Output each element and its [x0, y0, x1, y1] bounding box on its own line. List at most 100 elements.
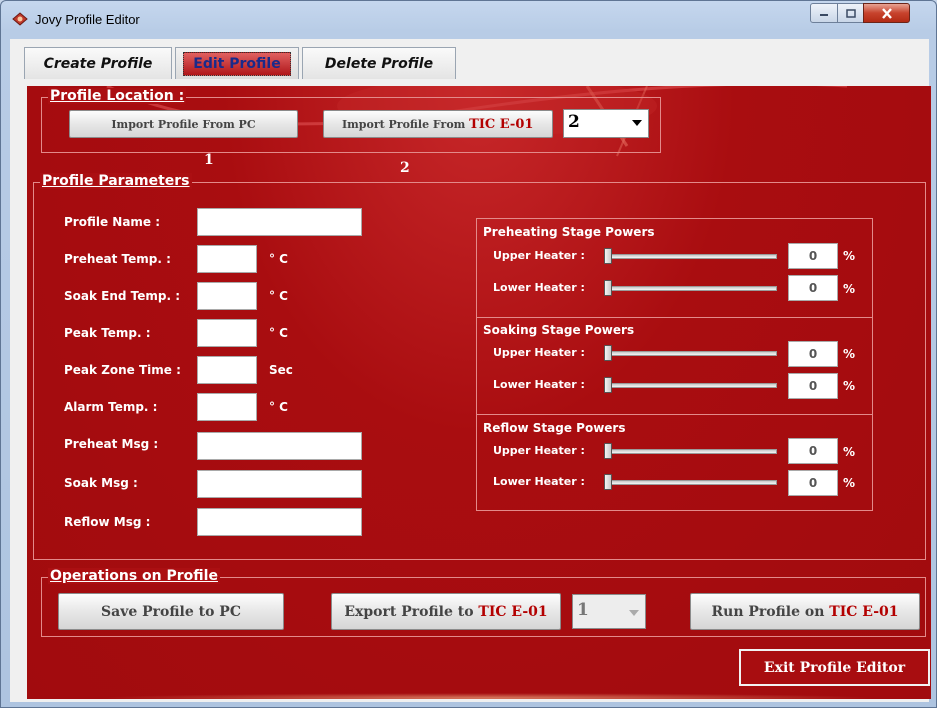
- export-device-name: TIC E-01: [478, 603, 548, 620]
- import-from-device-label: Import Profile From: [342, 117, 470, 131]
- title-bar[interactable]: Jovy Profile Editor: [1, 1, 936, 37]
- soak-end-temp-field[interactable]: [197, 282, 257, 310]
- preheat-temp-field[interactable]: [197, 245, 257, 273]
- preheat-temp-unit: ° C: [269, 252, 288, 266]
- soak-upper-heater-label: Upper Heater :: [493, 346, 585, 359]
- peak-zone-time-field[interactable]: [197, 356, 257, 384]
- preheat-upper-heater-slider[interactable]: [604, 254, 777, 259]
- reflow-lower-heater-slider[interactable]: [604, 480, 777, 485]
- reflow-lower-heater-value[interactable]: 0: [788, 470, 838, 496]
- preheating-stage-title: Preheating Stage Powers: [483, 225, 655, 239]
- reflow-upper-heater-label: Upper Heater :: [493, 444, 585, 457]
- import-slot-value: 2: [568, 112, 580, 132]
- client-area: Create Profile Edit Profile Delete Profi…: [10, 39, 931, 702]
- preheating-stage-group: Preheating Stage Powers Upper Heater : 0…: [476, 218, 873, 318]
- reflow-stage-group: Reflow Stage Powers Upper Heater : 0 % L…: [476, 414, 873, 511]
- app-logo-icon: [12, 12, 28, 26]
- reflow-msg-field[interactable]: [197, 508, 362, 536]
- soak-lower-heater-thumb[interactable]: [604, 377, 612, 393]
- chevron-down-icon: [632, 120, 642, 126]
- reflow-upper-heater-thumb[interactable]: [604, 443, 612, 459]
- import-from-pc-button[interactable]: Import Profile From PC: [69, 110, 298, 138]
- import-slot-dropdown[interactable]: 2: [563, 109, 649, 138]
- soak-upper-heater-slider[interactable]: [604, 351, 777, 356]
- reflow-lower-heater-thumb[interactable]: [604, 474, 612, 490]
- peak-zone-time-unit: Sec: [269, 363, 293, 377]
- tab-edit-profile[interactable]: Edit Profile: [175, 47, 299, 79]
- soak-end-temp-unit: ° C: [269, 289, 288, 303]
- alarm-temp-label: Alarm Temp. :: [64, 400, 158, 414]
- preheat-lower-heater-thumb[interactable]: [604, 280, 612, 296]
- tab-label: Edit Profile: [183, 51, 291, 76]
- soak-end-temp-label: Soak End Temp. :: [64, 289, 181, 303]
- peak-temp-label: Peak Temp. :: [64, 326, 151, 340]
- maximize-icon: [845, 8, 856, 18]
- preheat-msg-label: Preheat Msg :: [64, 437, 159, 451]
- soaking-stage-title: Soaking Stage Powers: [483, 323, 635, 337]
- minimize-button[interactable]: [810, 3, 838, 23]
- export-slot-value: 1: [577, 600, 589, 620]
- preheat-msg-field[interactable]: [197, 432, 362, 460]
- tab-label: Create Profile: [43, 55, 153, 72]
- save-to-pc-button[interactable]: Save Profile to PC: [58, 593, 284, 630]
- tab-create-profile[interactable]: Create Profile: [24, 47, 172, 79]
- soak-lower-heater-slider[interactable]: [604, 383, 777, 388]
- export-to-device-button[interactable]: Export Profile to TIC E-01: [331, 593, 561, 630]
- profile-name-field[interactable]: [197, 208, 362, 236]
- preheat-lower-heater-slider[interactable]: [604, 286, 777, 291]
- tab-delete-profile[interactable]: Delete Profile: [302, 47, 456, 79]
- close-button[interactable]: [863, 3, 910, 23]
- export-slot-dropdown[interactable]: 1: [572, 594, 646, 629]
- soaking-stage-group: Soaking Stage Powers Upper Heater : 0 % …: [476, 317, 873, 415]
- preheat-upper-heater-value[interactable]: 0: [788, 243, 838, 269]
- import-from-pc-label: Import Profile From PC: [111, 117, 256, 131]
- maximize-button[interactable]: [837, 3, 864, 23]
- alarm-temp-field[interactable]: [197, 393, 257, 421]
- profile-name-label: Profile Name :: [64, 215, 161, 229]
- export-to-device-label: Export Profile to: [344, 603, 479, 620]
- preheat-lower-heater-unit: %: [843, 282, 856, 296]
- run-device-name: TIC E-01: [829, 603, 899, 620]
- exit-editor-label: Exit Profile Editor: [763, 659, 906, 676]
- reflow-lower-heater-label: Lower Heater :: [493, 475, 585, 488]
- alarm-temp-unit: ° C: [269, 400, 288, 414]
- step-marker-1: 1: [204, 152, 214, 168]
- preheat-lower-heater-value[interactable]: 0: [788, 275, 838, 301]
- preheat-lower-heater-label: Lower Heater :: [493, 281, 585, 294]
- tab-strip: Create Profile Edit Profile Delete Profi…: [10, 39, 929, 86]
- reflow-upper-heater-value[interactable]: 0: [788, 438, 838, 464]
- run-on-device-button[interactable]: Run Profile on TIC E-01: [690, 593, 920, 630]
- window-title: Jovy Profile Editor: [35, 12, 140, 27]
- soak-lower-heater-unit: %: [843, 379, 856, 393]
- minimize-icon: [820, 14, 828, 16]
- soak-msg-field[interactable]: [197, 470, 362, 498]
- preheat-temp-label: Preheat Temp. :: [64, 252, 171, 266]
- operations-group: Operations on Profile Save Profile to PC…: [41, 568, 926, 637]
- app-window: Jovy Profile Editor Create Profile Edit …: [0, 0, 937, 708]
- exit-editor-button[interactable]: Exit Profile Editor: [739, 649, 930, 686]
- reflow-lower-heater-unit: %: [843, 476, 856, 490]
- tab-label: Delete Profile: [324, 55, 434, 72]
- profile-location-title: Profile Location :: [48, 88, 187, 104]
- close-icon: [881, 7, 892, 19]
- reflow-msg-label: Reflow Msg :: [64, 515, 151, 529]
- import-from-device-button[interactable]: Import Profile From TIC E-01: [323, 110, 553, 138]
- reflow-stage-title: Reflow Stage Powers: [483, 421, 626, 435]
- step-marker-2: 2: [400, 160, 410, 176]
- peak-temp-field[interactable]: [197, 319, 257, 347]
- chevron-down-icon: [629, 610, 639, 616]
- preheat-upper-heater-label: Upper Heater :: [493, 249, 585, 262]
- soak-upper-heater-value[interactable]: 0: [788, 341, 838, 367]
- peak-temp-unit: ° C: [269, 326, 288, 340]
- run-on-device-label: Run Profile on: [711, 603, 830, 620]
- soak-upper-heater-unit: %: [843, 347, 856, 361]
- profile-parameters-title: Profile Parameters: [40, 173, 192, 189]
- save-to-pc-label: Save Profile to PC: [101, 603, 241, 620]
- reflow-upper-heater-slider[interactable]: [604, 449, 777, 454]
- soak-msg-label: Soak Msg :: [64, 476, 138, 490]
- operations-title: Operations on Profile: [48, 568, 220, 584]
- edit-profile-panel: Profile Location : Import Profile From P…: [27, 86, 931, 699]
- preheat-upper-heater-thumb[interactable]: [604, 248, 612, 264]
- soak-upper-heater-thumb[interactable]: [604, 345, 612, 361]
- soak-lower-heater-value[interactable]: 0: [788, 373, 838, 399]
